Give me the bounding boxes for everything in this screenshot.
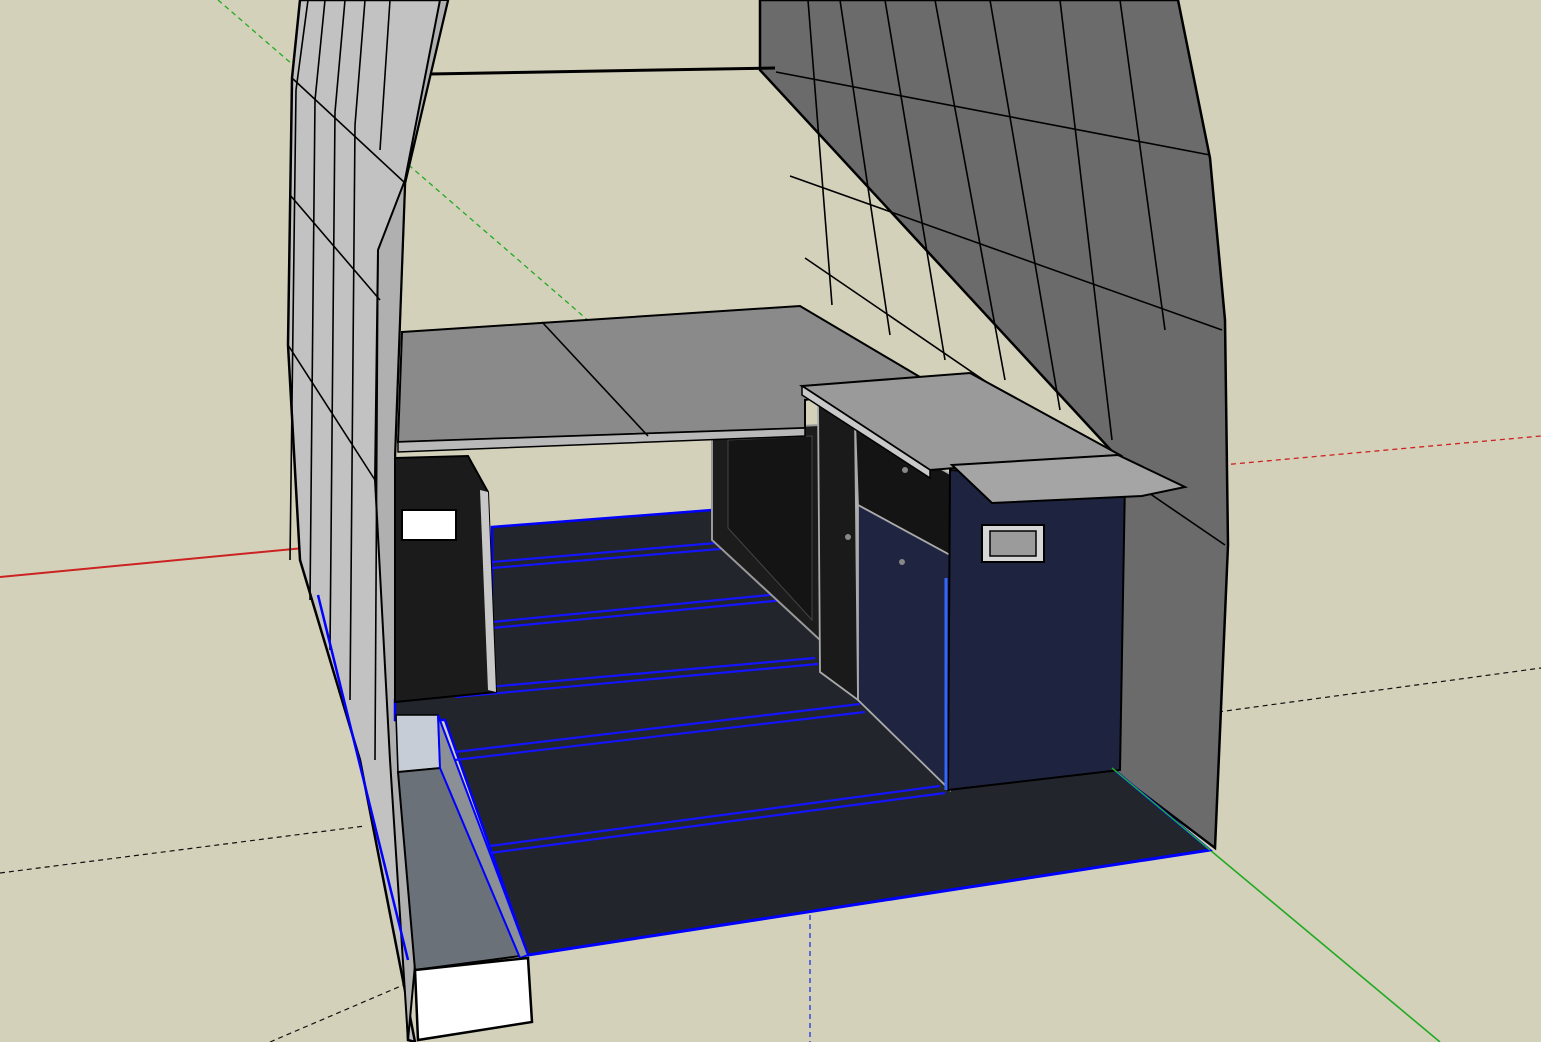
roof-back-edge (429, 66, 776, 76)
black-axis-dashed-right (1217, 667, 1541, 713)
fridge-vent (401, 509, 457, 541)
scene-canvas[interactable] (0, 0, 1541, 1042)
fridge-cabinet[interactable] (394, 454, 498, 704)
green-axis-solid (1209, 849, 1441, 1042)
modeling-viewport[interactable] (0, 0, 1541, 1042)
red-axis-solid (0, 547, 305, 578)
red-axis-dashed (1221, 435, 1541, 466)
black-axis-dashed-lower (269, 979, 416, 1042)
black-axis-dashed-left (0, 825, 366, 874)
